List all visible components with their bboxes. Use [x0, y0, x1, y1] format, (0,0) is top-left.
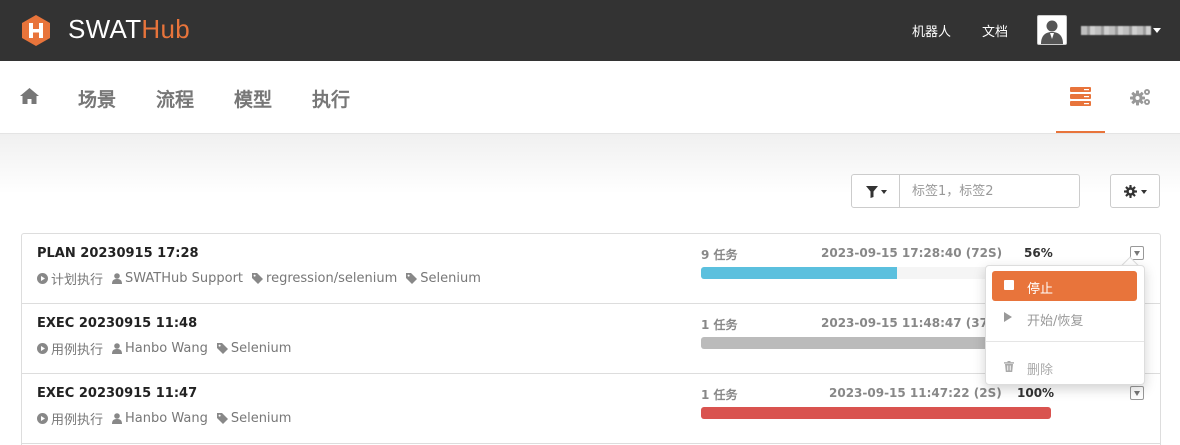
avatar-person-icon — [1041, 20, 1063, 44]
swathub-logo-icon[interactable] — [20, 15, 52, 46]
trash-icon — [1004, 361, 1014, 372]
stop-icon — [1004, 280, 1014, 290]
nav-workflows[interactable]: 流程 — [156, 85, 194, 112]
main-navigation: 场景 流程 模型 执行 — [0, 61, 1180, 134]
execution-title[interactable]: EXEC 20230915 11:47 — [37, 386, 197, 401]
tag-icon — [216, 343, 228, 354]
progress-bar — [701, 407, 1051, 419]
row-action-menu: 停止 开始/恢复 删除 — [985, 265, 1145, 385]
execution-time: 2023-09-15 11:47:22 (2S) — [829, 386, 1002, 400]
user-avatar[interactable] — [1037, 15, 1067, 45]
execution-type: 用例执行 — [51, 343, 104, 358]
execution-meta: 计划执行 SWATHub Support regression/selenium… — [37, 269, 481, 288]
username-blurred[interactable] — [1081, 26, 1151, 35]
execution-owner: SWATHub Support — [125, 271, 244, 286]
tag-icon — [252, 273, 264, 284]
brand-name[interactable]: SWATHub — [68, 14, 190, 45]
execution-meta: 用例执行 Hanbo Wang Selenium — [37, 339, 291, 358]
caret-down-icon — [1141, 190, 1147, 194]
list-settings-button[interactable] — [1110, 174, 1160, 208]
brand-main: SWAT — [68, 14, 142, 44]
execution-tag[interactable]: regression/selenium — [266, 271, 397, 286]
caret-down-icon — [881, 190, 887, 194]
execution-percent: 56% — [1024, 246, 1053, 260]
robots-link[interactable]: 机器人 — [912, 21, 951, 40]
execution-tag[interactable]: Selenium — [420, 271, 481, 286]
tag-icon — [406, 273, 418, 284]
docs-link[interactable]: 文档 — [982, 21, 1008, 40]
menu-delete[interactable]: 删除 — [992, 352, 1137, 382]
menu-start-resume[interactable]: 开始/恢复 — [992, 303, 1137, 333]
nav-executions[interactable]: 执行 — [312, 85, 350, 112]
task-count: 1 任务 — [701, 318, 738, 332]
menu-stop[interactable]: 停止 — [992, 271, 1137, 301]
caret-down-icon — [1134, 391, 1140, 396]
user-icon — [112, 343, 123, 354]
menu-divider — [986, 341, 1144, 342]
gear-icon — [1124, 185, 1137, 198]
execution-time: 2023-09-15 11:48:47 (37S) — [821, 316, 1003, 330]
user-icon — [112, 273, 123, 284]
menu-delete-label: 删除 — [1027, 363, 1054, 378]
execution-owner: Hanbo Wang — [125, 411, 208, 426]
execution-time: 2023-09-15 17:28:40 (72S) — [821, 246, 1003, 260]
top-navbar: SWATHub 机器人 文档 — [0, 0, 1180, 61]
brand-accent: Hub — [141, 14, 191, 44]
user-menu-caret-icon[interactable] — [1153, 28, 1161, 33]
filter-dropdown-button[interactable] — [851, 174, 900, 208]
progress-fill — [701, 267, 897, 279]
active-tab-indicator — [1056, 131, 1105, 133]
execution-owner: Hanbo Wang — [125, 341, 208, 356]
play-circle-icon — [37, 413, 48, 424]
progress-fill — [701, 407, 1051, 419]
execution-type: 用例执行 — [51, 413, 104, 428]
play-circle-icon — [37, 273, 48, 284]
task-count: 9 任务 — [701, 248, 738, 262]
execution-title[interactable]: PLAN 20230915 17:28 — [37, 246, 199, 261]
caret-down-icon — [1134, 251, 1140, 256]
filter-icon — [866, 186, 878, 198]
user-icon — [112, 413, 123, 424]
execution-type: 计划执行 — [51, 273, 104, 288]
menu-start-resume-label: 开始/恢复 — [1027, 314, 1084, 329]
play-icon — [1004, 312, 1012, 322]
play-circle-icon — [37, 343, 48, 354]
tag-filter-input[interactable] — [899, 174, 1080, 208]
execution-title[interactable]: EXEC 20230915 11:48 — [37, 316, 197, 331]
nav-scenarios[interactable]: 场景 — [78, 85, 116, 112]
execution-meta: 用例执行 Hanbo Wang Selenium — [37, 409, 291, 428]
server-list-icon[interactable] — [1070, 87, 1091, 106]
row-menu-toggle[interactable] — [1130, 386, 1144, 400]
menu-stop-label: 停止 — [1027, 282, 1054, 297]
nav-models[interactable]: 模型 — [234, 85, 272, 112]
execution-tag[interactable]: Selenium — [231, 341, 292, 356]
cogs-icon[interactable] — [1130, 87, 1152, 107]
execution-tag[interactable]: Selenium — [231, 411, 292, 426]
home-icon[interactable] — [20, 88, 39, 104]
execution-percent: 100% — [1017, 386, 1055, 400]
task-count: 1 任务 — [701, 388, 738, 402]
tag-icon — [216, 413, 228, 424]
